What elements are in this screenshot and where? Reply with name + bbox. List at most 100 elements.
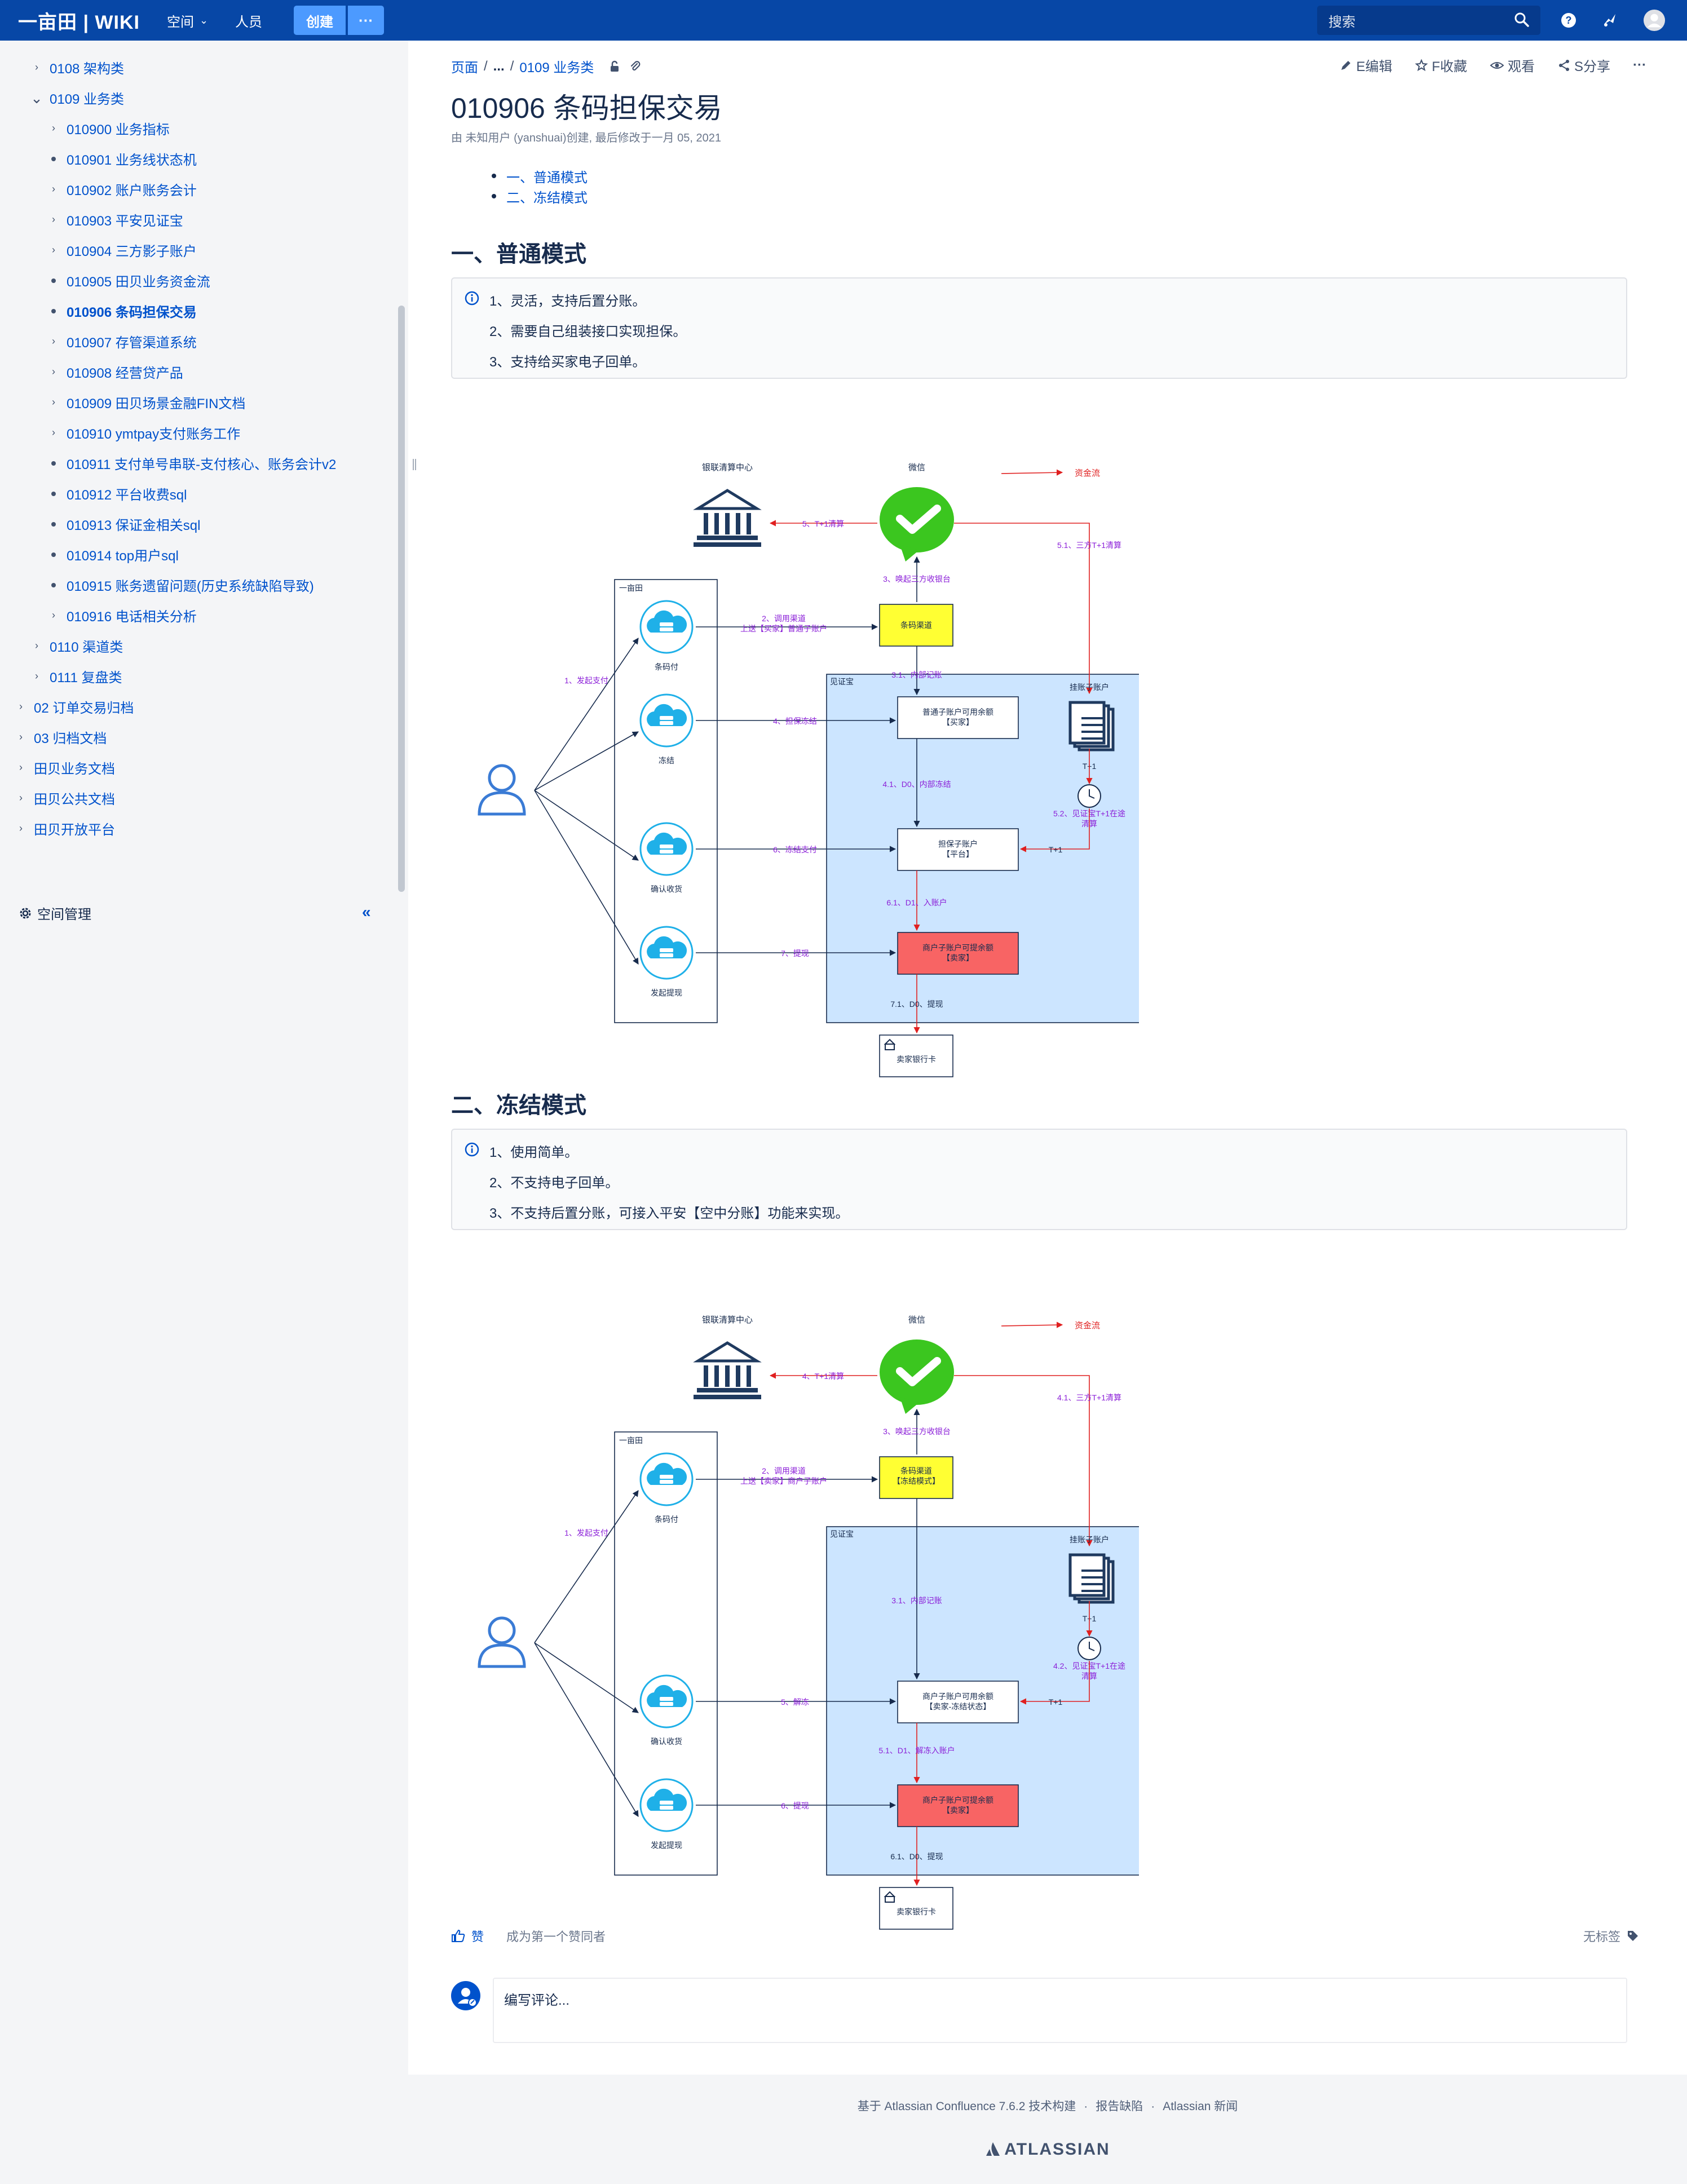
notifications-icon[interactable]	[1598, 9, 1620, 32]
sidebar-tree-item[interactable]: 010905 田贝业务资金流	[47, 271, 210, 290]
chevron-right-icon[interactable]: ›	[15, 762, 27, 773]
sidebar-tree-item[interactable]: 010911 支付单号串联-支付核心、账务会计v2	[47, 453, 336, 473]
comment-input[interactable]: 编写评论...	[493, 1978, 1627, 2043]
chevron-right-icon[interactable]: ›	[47, 609, 60, 621]
attachment-icon[interactable]	[629, 60, 641, 73]
thumbs-up-icon[interactable]	[451, 1929, 466, 1943]
service-node-label: 确认收货	[651, 1737, 682, 1746]
edit-button[interactable]: E编辑	[1339, 55, 1392, 75]
cloud-server-icon	[660, 1697, 673, 1701]
sidebar-tree-item[interactable]: › 田贝业务文档	[15, 758, 115, 777]
chevron-right-icon[interactable]: ›	[47, 396, 60, 408]
info-panel: 1、使用简单。 2、不支持电子回单。 3、不支持后置分账，可接入平安【空中分账】…	[451, 1129, 1627, 1230]
chevron-right-icon[interactable]: ›	[15, 701, 27, 713]
footer-link-powered[interactable]: 基于 Atlassian Confluence 7.6.2 技术构建	[858, 2100, 1076, 2113]
nav-people-link[interactable]: 人员	[235, 11, 262, 30]
sidebar-tree-item[interactable]: ⌄ 0109 业务类	[30, 88, 124, 108]
space-admin-link[interactable]: 空间管理	[18, 903, 91, 923]
chevron-right-icon[interactable]: ›	[30, 640, 43, 652]
sidebar-scrollbar[interactable]	[398, 306, 405, 892]
space-sidebar: › 0108 架构类 ⌄ 0109 业务类 › 010900 业务指标 010901 业务线…	[0, 41, 408, 2184]
chevron-right-icon[interactable]: ›	[47, 214, 60, 226]
sidebar-tree-item[interactable]: › 010907 存管渠道系统	[47, 331, 197, 351]
search-icon[interactable]	[1513, 11, 1530, 28]
chevron-right-icon[interactable]: ›	[47, 366, 60, 378]
sidebar-tree-item[interactable]: › 0108 架构类	[30, 58, 124, 77]
bullet-icon	[51, 278, 56, 283]
sidebar-tree-item[interactable]: › 0110 渠道类	[30, 636, 123, 656]
sidebar-tree-item[interactable]: 010913 保证金相关sql	[47, 514, 200, 534]
sidebar-tree-item[interactable]: › 010900 业务指标	[47, 118, 170, 138]
chevron-right-icon[interactable]: ›	[47, 244, 60, 256]
sidebar-tree-item[interactable]: 010901 业务线状态机	[47, 149, 197, 169]
eye-icon	[1490, 61, 1504, 69]
info-icon	[465, 1142, 479, 1157]
sidebar-tree-item[interactable]: › 田贝开放平台	[15, 819, 115, 838]
share-button[interactable]: S分享	[1557, 55, 1610, 75]
step-label: 7、提现	[781, 949, 809, 958]
watch-label: 观看	[1508, 59, 1535, 74]
favorite-button[interactable]: F收藏	[1415, 55, 1467, 75]
create-button[interactable]: 创建	[294, 6, 346, 35]
info-line: 2、不支持电子回单。	[489, 1175, 619, 1191]
unlock-icon[interactable]	[608, 60, 621, 73]
tag-icon[interactable]	[1626, 1929, 1640, 1943]
sidebar-tree-item-label: 010903 平安见证宝	[67, 214, 183, 229]
sidebar-tree-item[interactable]: 010914 top用户sql	[47, 545, 179, 564]
diagram-label-line: 【卖家】	[942, 953, 974, 962]
create-more-button[interactable]: ···	[348, 6, 385, 35]
footer-link-news[interactable]: Atlassian 新闻	[1163, 2100, 1238, 2113]
sidebar-tree-item[interactable]: › 010909 田贝场景金融FIN文档	[47, 392, 245, 412]
help-icon[interactable]: ?	[1557, 9, 1580, 32]
sidebar-tree-item[interactable]: 010906 条码担保交易	[47, 301, 197, 321]
step-label: 1、发起支付	[564, 1528, 608, 1537]
sidebar-tree-item[interactable]: › 03 归档文档	[15, 727, 107, 747]
footer-link-report-bug[interactable]: 报告缺陷	[1096, 2100, 1143, 2113]
sidebar-tree-item-label: 010911 支付单号串联-支付核心、账务会计v2	[67, 457, 337, 472]
like-button[interactable]: 赞	[471, 1927, 484, 1945]
bank-icon	[747, 513, 751, 534]
sidebar-tree-item[interactable]: › 010908 经营贷产品	[47, 362, 183, 382]
bullet-icon	[51, 582, 56, 587]
sidebar-tree-item[interactable]: › 0111 复盘类	[30, 666, 122, 686]
chevron-right-icon[interactable]: ›	[30, 61, 43, 73]
collapse-sidebar-icon[interactable]: «	[362, 903, 371, 921]
cloud-server-icon	[660, 845, 673, 848]
sidebar-tree-item[interactable]: › 010903 平安见证宝	[47, 210, 183, 229]
breadcrumb-pages[interactable]: 页面	[451, 56, 478, 76]
breadcrumb-ellipsis[interactable]: ...	[493, 59, 505, 74]
wiki-logo[interactable]: 一亩田 | WIKI	[18, 7, 140, 34]
chevron-right-icon[interactable]: ›	[47, 122, 60, 134]
step-label: 4.1、三方T+1清算	[1057, 1393, 1121, 1402]
chevron-right-icon[interactable]: ›	[15, 823, 27, 834]
sidebar-tree-item[interactable]: › 010916 电话相关分析	[47, 605, 197, 625]
wechat-label: 微信	[908, 1315, 925, 1325]
nav-spaces-menu[interactable]: 空间 ⌄	[167, 11, 208, 30]
chevron-right-icon[interactable]: ›	[30, 670, 43, 682]
search-input[interactable]: 搜索	[1317, 6, 1540, 35]
toc-item[interactable]: 二、冻结模式	[492, 186, 588, 206]
chevron-right-icon[interactable]: ›	[15, 792, 27, 804]
sidebar-tree-item[interactable]: › 010904 三方影子账户	[47, 240, 197, 260]
star-icon	[1415, 58, 1428, 71]
user-avatar-icon[interactable]	[1643, 9, 1666, 32]
info-line: 1、使用简单。	[489, 1145, 578, 1160]
breadcrumb-parent[interactable]: 0109 业务类	[519, 56, 594, 76]
chevron-right-icon[interactable]: ›	[15, 731, 27, 743]
sidebar-tree-item[interactable]: › 02 订单交易归档	[15, 697, 134, 717]
bank-icon	[747, 1365, 751, 1387]
sidebar-tree-item[interactable]: › 010910 ymtpay支付账务工作	[47, 423, 240, 443]
chevron-right-icon[interactable]: ›	[47, 427, 60, 439]
sidebar-tree-item[interactable]: 010912 平台收费sql	[47, 484, 187, 503]
more-actions-button[interactable]: ···	[1633, 58, 1646, 73]
toc-item[interactable]: 一、普通模式	[492, 166, 588, 186]
toc-bullet	[492, 194, 496, 198]
chevron-right-icon[interactable]: ›	[47, 183, 60, 195]
watch-button[interactable]: 观看	[1490, 55, 1535, 75]
chevron-right-icon[interactable]: ›	[47, 335, 60, 347]
chevron-down-icon[interactable]: ⌄	[30, 91, 43, 105]
page-title: 010906 条码担保交易	[451, 92, 722, 124]
sidebar-tree-item[interactable]: 010915 账务遗留问题(历史系统缺陷导致)	[47, 575, 314, 595]
sidebar-tree-item[interactable]: › 田贝公共文档	[15, 788, 115, 808]
sidebar-tree-item[interactable]: › 010902 账户账务会计	[47, 179, 197, 199]
